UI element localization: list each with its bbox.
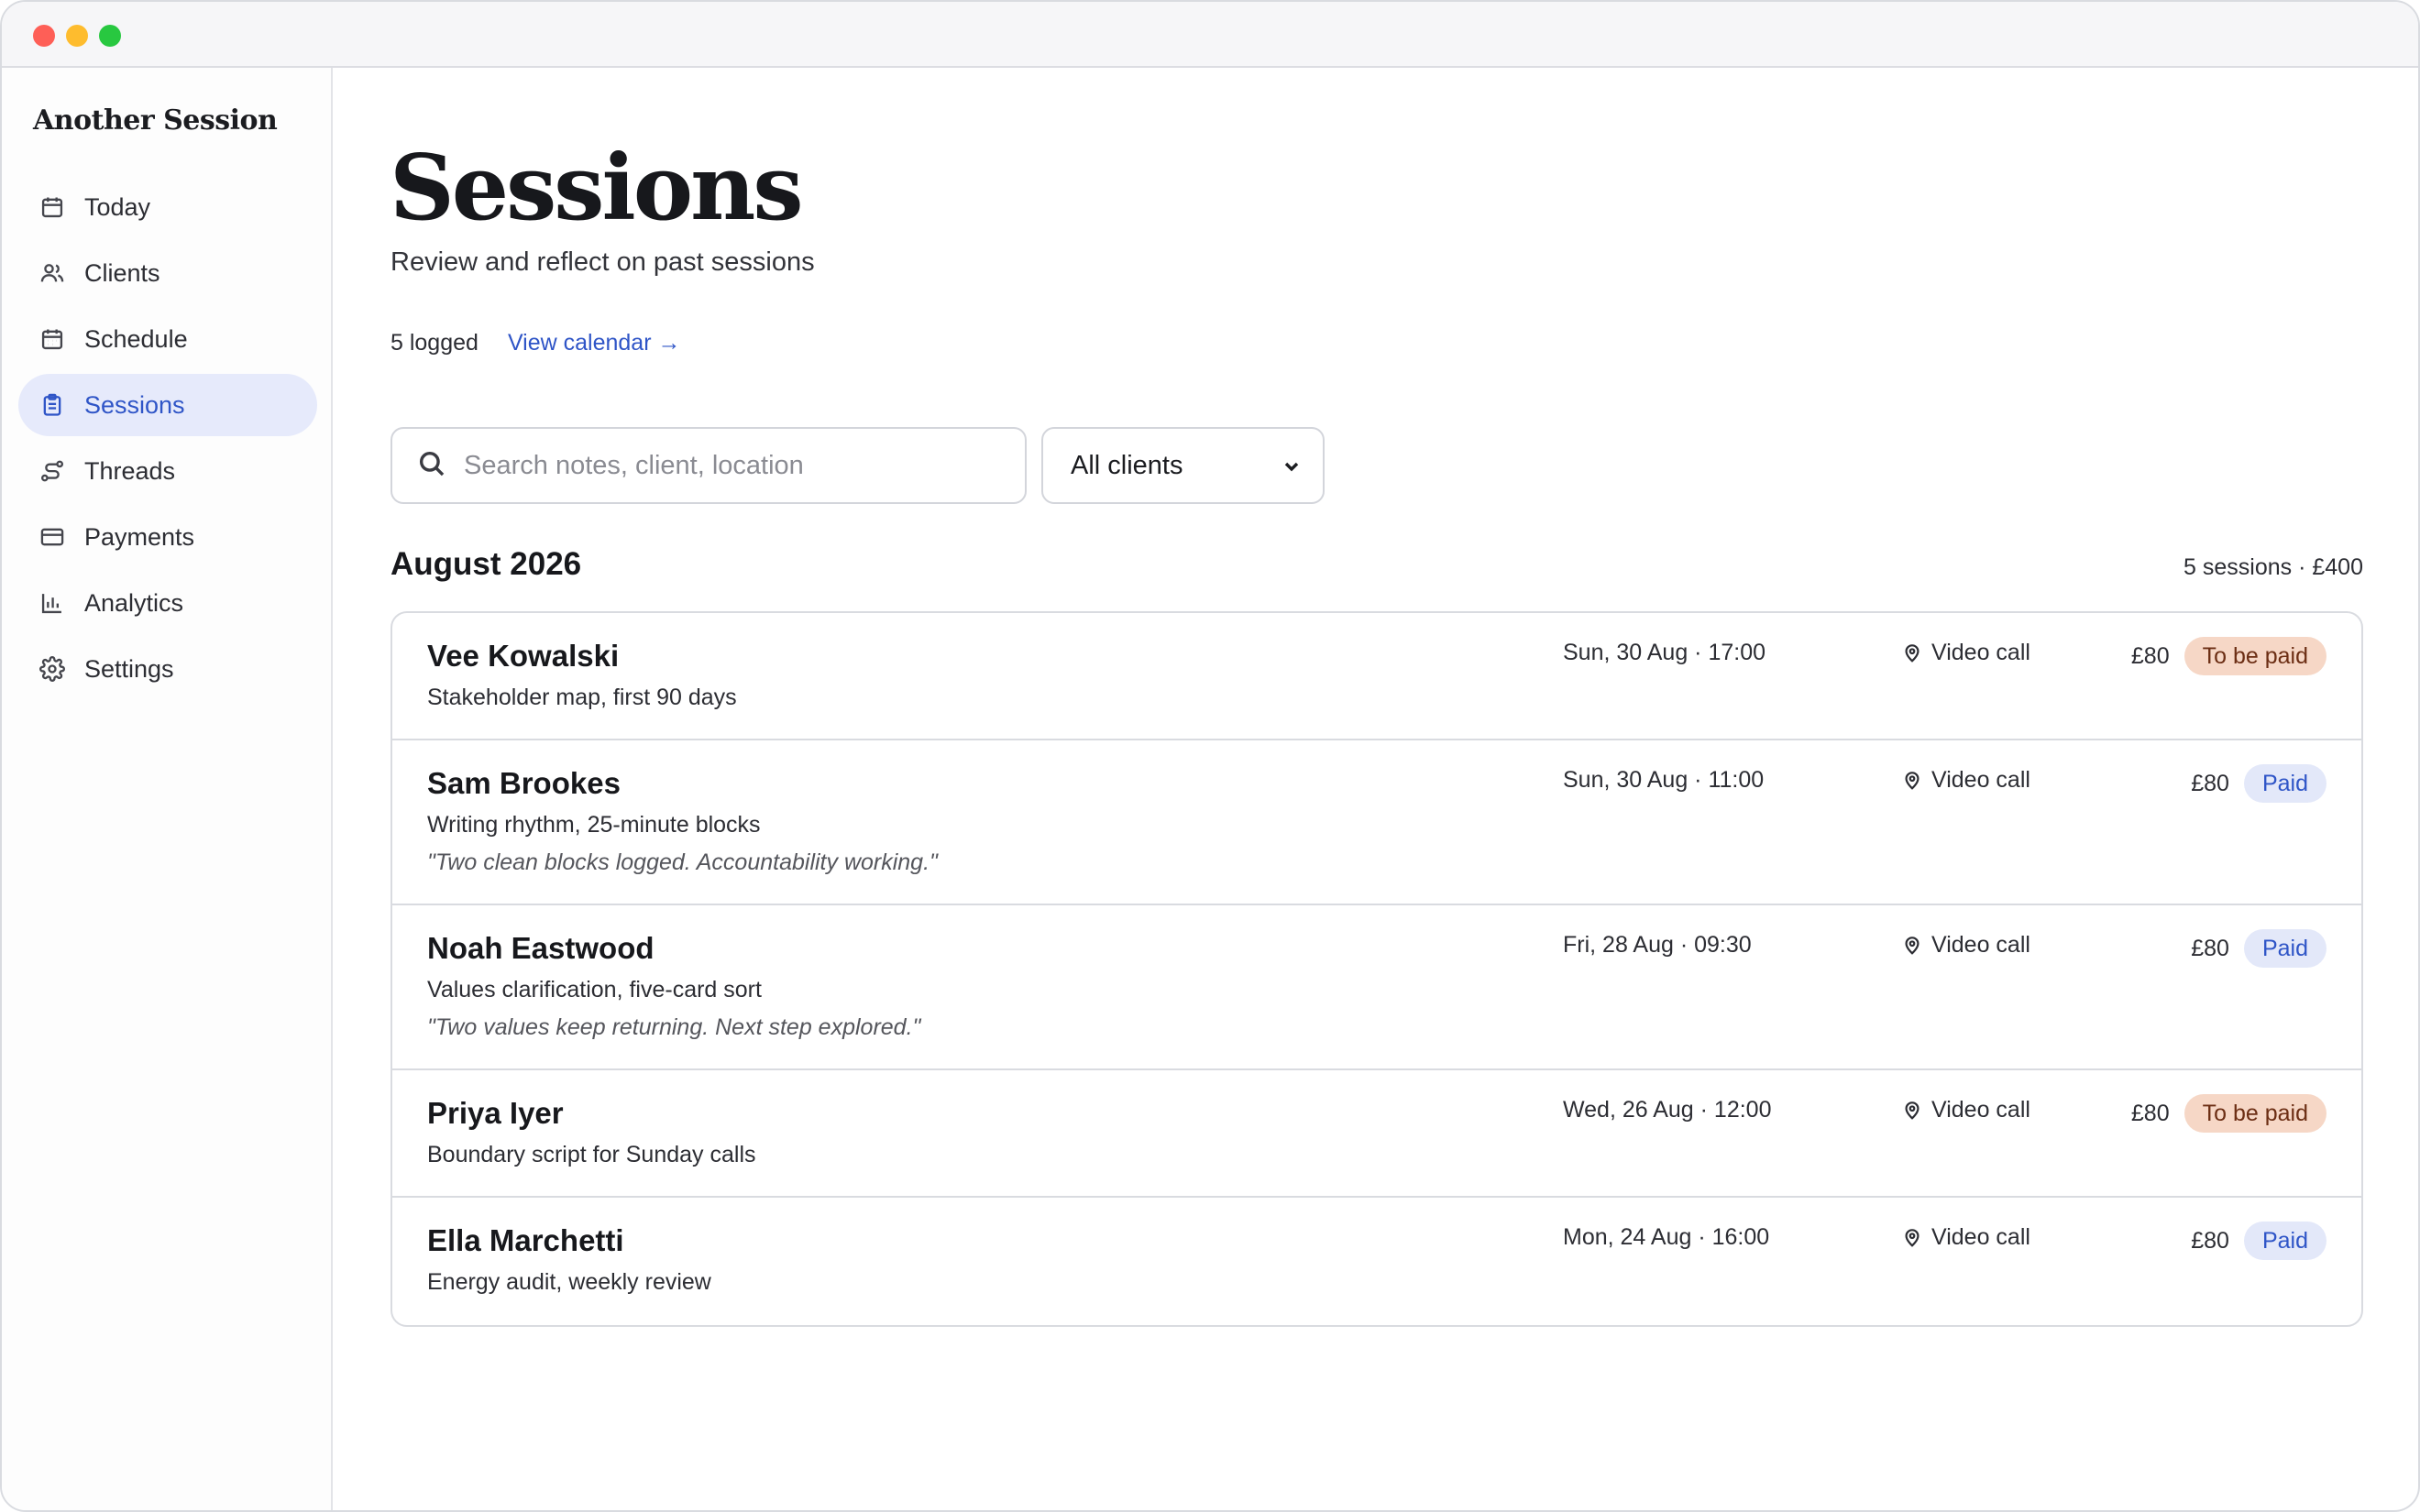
session-amount: £80 (2191, 770, 2229, 796)
route-icon (38, 457, 66, 485)
session-topic: Writing rhythm, 25-minute blocks (427, 812, 761, 838)
session-datetime: Mon, 24 Aug · 16:00 (1563, 1224, 1770, 1250)
payment-info: £80 Paid (2191, 1222, 2326, 1260)
location-label: Video call (1931, 640, 2030, 665)
zoom-window-button[interactable] (99, 25, 121, 47)
sidebar-item-label: Settings (84, 654, 174, 683)
sidebar-item-settings[interactable]: Settings (18, 638, 317, 700)
payment-info: £80 To be paid (2131, 1094, 2326, 1133)
title-bar (2, 2, 2418, 68)
session-location: Video call (1902, 932, 2030, 959)
sidebar-item-today[interactable]: Today (18, 176, 317, 238)
session-datetime: Sun, 30 Aug · 11:00 (1563, 767, 1765, 793)
client-name: Vee Kowalski (427, 639, 620, 673)
client-filter-select[interactable]: All clients (1041, 427, 1325, 504)
session-amount: £80 (2130, 642, 2170, 669)
payment-info: £80 Paid (2191, 929, 2326, 968)
session-topic: Boundary script for Sunday calls (427, 1142, 756, 1167)
close-window-button[interactable] (33, 25, 55, 47)
location-pin-icon (1905, 1101, 1920, 1120)
client-filter-value: All clients (1071, 450, 1183, 480)
page-subtitle: Review and reflect on past sessions (390, 247, 815, 277)
sidebar-item-schedule[interactable]: Schedule (18, 308, 317, 370)
sidebar-item-label: Analytics (84, 588, 184, 617)
status-badge[interactable]: Paid (2243, 929, 2326, 968)
card-icon (38, 523, 66, 551)
gear-icon (38, 655, 66, 683)
session-amount: £80 (2130, 1100, 2170, 1126)
session-location: Video call (1902, 1097, 2030, 1123)
main-content: Sessions Review and reflect on past sess… (335, 68, 2418, 1510)
chevron-down-icon (1281, 455, 1303, 477)
sidebar-item-threads[interactable]: Threads (18, 440, 317, 502)
session-reflection: "Two values keep returning. Next step ex… (427, 1014, 921, 1040)
session-datetime: Sun, 30 Aug · 17:00 (1563, 640, 1766, 665)
search-icon (416, 448, 447, 484)
session-list: Vee Kowalski Stakeholder map, first 90 d… (390, 611, 2363, 1327)
client-name: Noah Eastwood (427, 931, 654, 965)
client-name: Priya Iyer (427, 1096, 564, 1130)
session-location: Video call (1902, 640, 2030, 666)
search-box[interactable] (390, 427, 1027, 504)
session-row[interactable]: Ella Marchetti Energy audit, weekly revi… (392, 1198, 2361, 1325)
month-heading: August 2026 (390, 546, 582, 582)
location-pin-icon (1905, 643, 1920, 663)
location-label: Video call (1931, 1224, 2030, 1250)
location-label: Video call (1931, 932, 2030, 958)
status-badge[interactable]: To be paid (2184, 637, 2326, 675)
session-amount: £80 (2191, 935, 2229, 961)
session-row[interactable]: Priya Iyer Boundary script for Sunday ca… (392, 1070, 2361, 1198)
sidebar-item-label: Sessions (84, 390, 185, 419)
session-row[interactable]: Sam Brookes Writing rhythm, 25-minute bl… (392, 740, 2361, 905)
location-pin-icon (1905, 1228, 1920, 1247)
sidebar-item-label: Today (84, 192, 151, 221)
app-window: Another Session Today Clients Schedule S… (0, 0, 2420, 1512)
session-row[interactable]: Noah Eastwood Values clarification, five… (392, 905, 2361, 1070)
location-label: Video call (1931, 1097, 2030, 1123)
session-datetime: Fri, 28 Aug · 09:30 (1563, 932, 1752, 958)
status-badge[interactable]: Paid (2243, 764, 2326, 803)
search-input[interactable] (464, 450, 1014, 481)
view-calendar-link[interactable]: View calendar → (508, 330, 681, 356)
sidebar-nav: Today Clients Schedule Sessions Threads … (18, 176, 317, 704)
status-badge[interactable]: Paid (2243, 1222, 2326, 1260)
sidebar-item-clients[interactable]: Clients (18, 242, 317, 304)
client-name: Sam Brookes (427, 766, 621, 800)
sidebar-item-label: Schedule (84, 324, 188, 353)
session-topic: Values clarification, five-card sort (427, 977, 762, 1003)
session-reflection: "Two clean blocks logged. Accountability… (427, 849, 938, 875)
session-amount: £80 (2191, 1227, 2229, 1254)
sidebar-item-label: Threads (84, 456, 176, 485)
calendar-grid-icon (38, 325, 66, 353)
session-datetime: Wed, 26 Aug · 12:00 (1563, 1097, 1772, 1123)
location-pin-icon (1905, 936, 1920, 955)
logged-count: 5 logged (390, 330, 478, 356)
brand-logo: Another Session (33, 104, 278, 137)
payment-info: £80 To be paid (2131, 637, 2326, 675)
calendar-icon (38, 193, 66, 221)
payment-info: £80 Paid (2191, 764, 2326, 803)
session-row[interactable]: Vee Kowalski Stakeholder map, first 90 d… (392, 613, 2361, 740)
sidebar-item-analytics[interactable]: Analytics (18, 572, 317, 634)
users-icon (38, 259, 66, 287)
sidebar: Another Session Today Clients Schedule S… (2, 68, 333, 1510)
session-topic: Energy audit, weekly review (427, 1269, 711, 1295)
sidebar-item-label: Payments (84, 522, 195, 551)
sidebar-item-payments[interactable]: Payments (18, 506, 317, 568)
location-label: Video call (1931, 767, 2030, 793)
page-title: Sessions (390, 136, 803, 241)
status-badge[interactable]: To be paid (2184, 1094, 2326, 1133)
session-location: Video call (1902, 767, 2030, 794)
minimize-window-button[interactable] (66, 25, 88, 47)
sidebar-item-label: Clients (84, 258, 160, 287)
clipboard-icon (38, 391, 66, 419)
sessions-meta: 5 logged View calendar → (390, 330, 680, 356)
location-pin-icon (1905, 771, 1920, 790)
month-summary: 5 sessions · £400 (2184, 554, 2363, 580)
sidebar-item-sessions[interactable]: Sessions (18, 374, 317, 436)
bar-chart-icon (38, 589, 66, 617)
client-name: Ella Marchetti (427, 1223, 624, 1257)
session-topic: Stakeholder map, first 90 days (427, 685, 737, 710)
session-location: Video call (1902, 1224, 2030, 1251)
